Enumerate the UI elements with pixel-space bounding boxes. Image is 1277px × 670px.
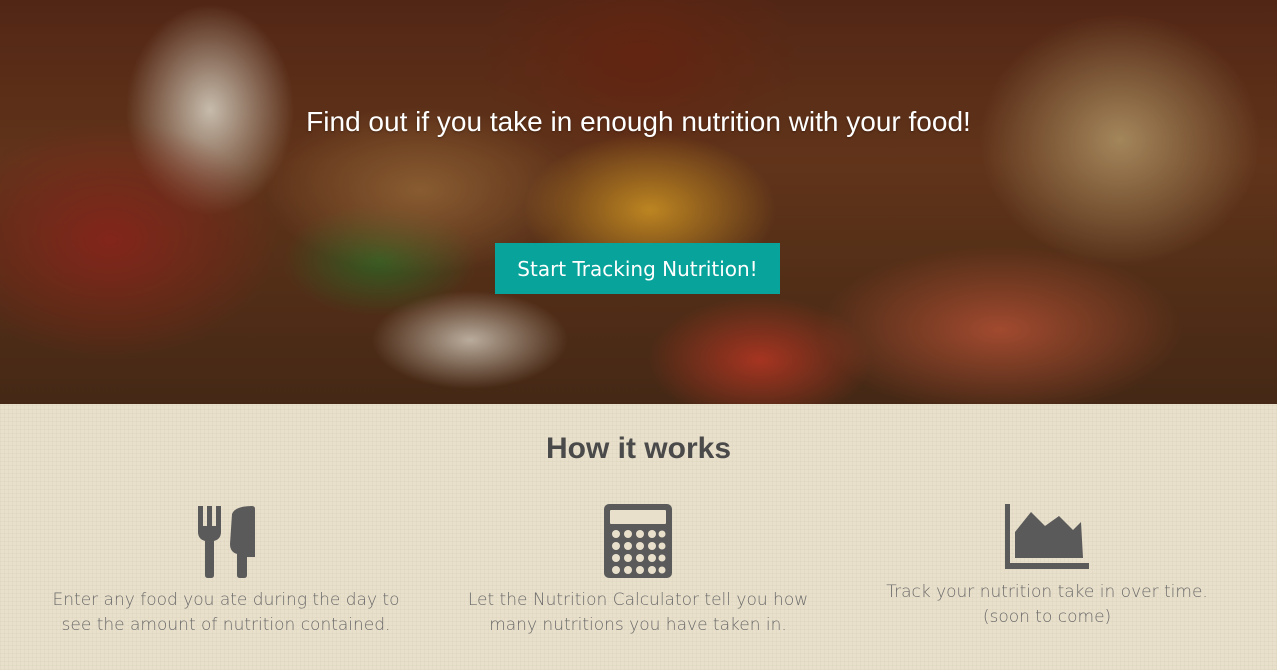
hero-section: Find out if you take in enough nutrition…	[0, 0, 1277, 404]
feature-enter-food-line2: see the amount of nutrition contained.	[61, 615, 391, 635]
how-it-works-title: How it works	[545, 432, 732, 465]
fork-knife-icon	[198, 506, 255, 578]
start-tracking-button[interactable]: Start Tracking Nutrition!	[495, 243, 780, 294]
feature-track-line2: (soon to come)	[982, 607, 1112, 627]
feature-enter-food-line1: Enter any food you ate during the day to	[52, 590, 400, 610]
feature-enter-food: Enter any food you ate during the day to…	[46, 504, 406, 638]
feature-calculator: Let the Nutrition Calculator tell you ho…	[458, 504, 818, 638]
how-it-works-section: How it works Enter any food you ate duri…	[0, 404, 1277, 670]
feature-calculator-line2: many nutritions you have taken in.	[489, 615, 787, 635]
hero-title: Find out if you take in enough nutrition…	[306, 106, 971, 137]
feature-track-line1: Track your nutrition take in over time.	[886, 582, 1208, 602]
calculator-icon	[604, 504, 672, 578]
area-chart-icon	[1005, 504, 1089, 569]
feature-calculator-line1: Let the Nutrition Calculator tell you ho…	[467, 590, 809, 610]
feature-track: Track your nutrition take in over time. …	[867, 504, 1227, 630]
